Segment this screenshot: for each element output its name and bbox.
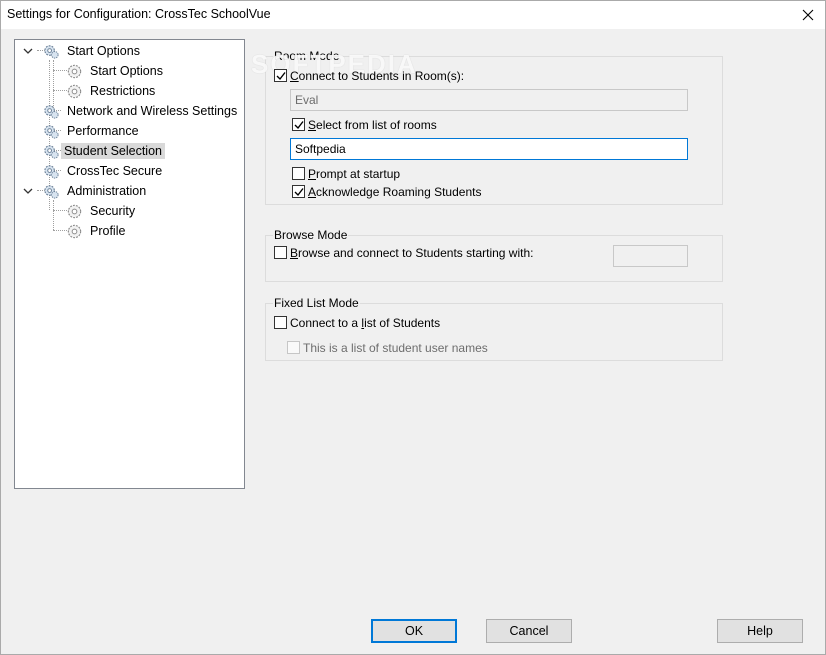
acknowledge-roaming-label: Acknowledge Roaming Students (308, 185, 482, 199)
usernames-label: This is a list of student user names (303, 341, 488, 355)
browse-mode-title: Browse Mode (273, 228, 349, 242)
tree-item-label: Start Options (90, 64, 163, 78)
tree-item-student-selection[interactable]: Student Selection (43, 141, 165, 161)
tree-item-restrictions[interactable]: Restrictions (66, 81, 158, 101)
tree-item-label: Student Selection (61, 143, 165, 159)
tree-item-performance[interactable]: Performance (43, 121, 142, 141)
connect-list-label: Connect to a list of Students (290, 316, 441, 330)
checkmark-icon (294, 188, 304, 197)
tree-item-label: Profile (90, 224, 126, 238)
chevron-down-icon[interactable] (23, 46, 33, 56)
room-list-field[interactable]: Softpedia (290, 138, 688, 160)
room-name-field[interactable]: Eval (290, 89, 688, 111)
connect-rooms-label: Connect to Students in Room(s): (290, 69, 465, 83)
tree-item-start-options-sub[interactable]: Start Options (66, 61, 166, 81)
gear-icon (67, 224, 82, 238)
help-button[interactable]: Help (717, 619, 803, 643)
select-from-list-label: Select from list of rooms (308, 118, 437, 132)
close-button[interactable] (791, 1, 825, 29)
tree-item-profile[interactable]: Profile (66, 221, 128, 241)
prompt-at-startup-checkbox[interactable] (292, 167, 305, 180)
browse-prefix-field[interactable] (613, 245, 688, 267)
tree-item-security[interactable]: Security (66, 201, 138, 221)
settings-dialog: Settings for Configuration: CrossTec Sch… (0, 0, 826, 655)
ok-button[interactable]: OK (371, 619, 457, 643)
tree-item-label: Network and Wireless Settings (67, 104, 238, 118)
gear-icon (44, 44, 59, 59)
checkmark-icon (294, 121, 304, 130)
tree-item-label: Security (90, 204, 136, 218)
connect-rooms-checkbox[interactable] (274, 69, 287, 82)
cancel-button[interactable]: Cancel (486, 619, 572, 643)
tree-item-label: Restrictions (90, 84, 156, 98)
tree-item-start-options[interactable]: Start Options (43, 41, 143, 61)
usernames-checkbox[interactable] (287, 341, 300, 354)
tree-item-label: Performance (67, 124, 139, 138)
tree-item-network-wireless[interactable]: Network and Wireless Settings (43, 101, 240, 121)
acknowledge-roaming-checkbox[interactable] (292, 185, 305, 198)
tree-item-label: Administration (67, 184, 147, 198)
prompt-at-startup-label: Prompt at startup (308, 167, 401, 181)
title-bar: Settings for Configuration: CrossTec Sch… (1, 1, 825, 29)
checkmark-icon (276, 72, 286, 81)
settings-tree[interactable]: Start Options Start Options Restrictions… (14, 39, 245, 489)
browse-connect-checkbox[interactable] (274, 246, 287, 259)
gear-icon (67, 84, 82, 98)
tree-item-label: Start Options (67, 44, 140, 58)
gear-icon (44, 184, 59, 199)
tree-item-crosstec-secure[interactable]: CrossTec Secure (43, 161, 165, 181)
fixed-list-mode-title: Fixed List Mode (273, 296, 360, 310)
gear-icon (44, 104, 59, 119)
gear-icon (44, 164, 59, 179)
gear-icon (67, 64, 82, 78)
window-title: Settings for Configuration: CrossTec Sch… (7, 7, 271, 21)
close-icon (802, 9, 814, 21)
gear-icon (44, 124, 59, 139)
chevron-down-icon[interactable] (23, 186, 33, 196)
connect-list-checkbox[interactable] (274, 316, 287, 329)
gear-icon (44, 144, 59, 159)
gear-icon (67, 204, 82, 218)
tree-item-label: CrossTec Secure (67, 164, 163, 178)
browse-connect-label: Browse and connect to Students starting … (290, 246, 534, 260)
tree-item-administration[interactable]: Administration (43, 181, 149, 201)
select-from-list-checkbox[interactable] (292, 118, 305, 131)
